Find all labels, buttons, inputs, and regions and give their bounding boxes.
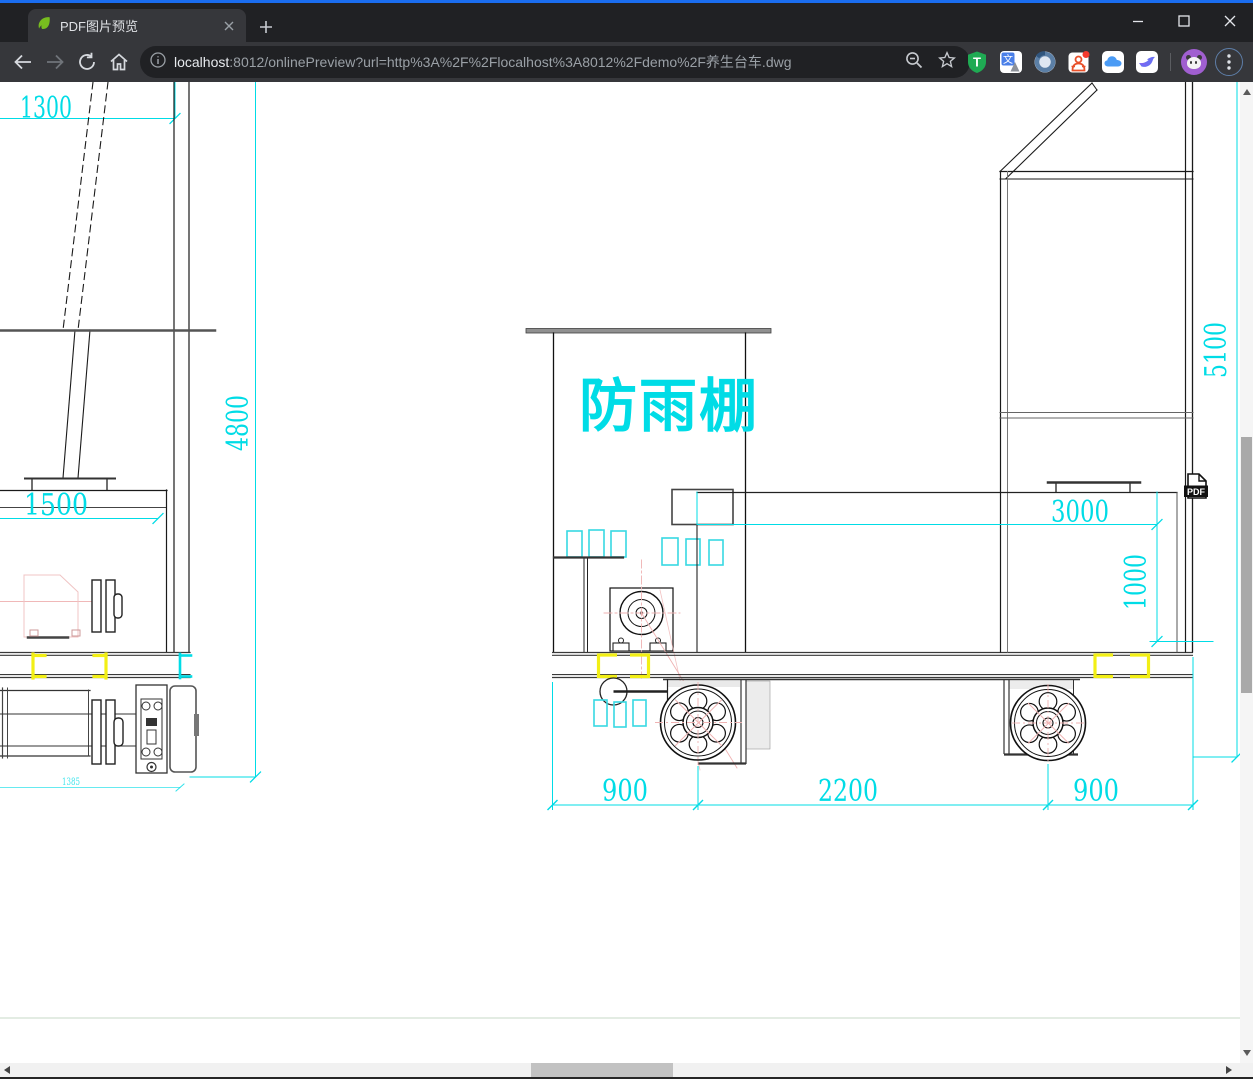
tab-close-icon[interactable] bbox=[220, 17, 238, 35]
window-controls bbox=[1115, 3, 1253, 42]
wheel-right bbox=[1003, 680, 1087, 762]
browser-menu-icon[interactable] bbox=[1215, 48, 1243, 76]
right-view: 5100 3000 1000 bbox=[696, 81, 1243, 763]
scroll-up-icon[interactable] bbox=[1243, 89, 1251, 95]
wheel-left bbox=[655, 680, 747, 765]
url-bar[interactable]: localhost:8012/onlinePreview?url=http%3A… bbox=[140, 46, 970, 78]
circle-extension-icon[interactable] bbox=[1032, 49, 1058, 75]
dim-1300: 1300 bbox=[20, 91, 72, 126]
forward-icon[interactable] bbox=[40, 47, 70, 77]
dim-4800: 4800 bbox=[221, 395, 256, 451]
tab-title: PDF图片预览 bbox=[60, 19, 139, 34]
url-path: :8012/onlinePreview?url=http%3A%2F%2Floc… bbox=[229, 54, 792, 70]
cad-drawing: 1300 4800 1500 1385 防雨棚 900 2200 900 510… bbox=[0, 81, 1243, 1019]
dim-2200: 2200 bbox=[818, 774, 878, 809]
dim-5100: 5100 bbox=[1199, 322, 1234, 378]
browser-tab[interactable]: PDF图片预览 bbox=[28, 9, 246, 42]
vertical-scrollbar[interactable] bbox=[1240, 82, 1253, 1063]
cloud-extension-icon[interactable] bbox=[1100, 49, 1126, 75]
translate-extension-icon[interactable]: 文 bbox=[998, 49, 1024, 75]
back-icon[interactable] bbox=[8, 47, 38, 77]
horizontal-scrollbar[interactable] bbox=[0, 1063, 1240, 1077]
vertical-scroll-thumb[interactable] bbox=[1241, 437, 1252, 693]
frame-rails bbox=[552, 651, 1193, 679]
tampermonkey-extension-icon[interactable]: T bbox=[964, 49, 990, 75]
minimize-icon[interactable] bbox=[1115, 3, 1161, 39]
url-host: localhost bbox=[174, 54, 230, 70]
favicon-spring-leaf-icon bbox=[36, 15, 52, 36]
pdf-file-icon[interactable]: PDF bbox=[1184, 473, 1208, 499]
dim-1000: 1000 bbox=[1119, 554, 1154, 610]
bird-extension-icon[interactable] bbox=[1134, 49, 1160, 75]
shed-label: 防雨棚 bbox=[579, 374, 759, 439]
scrollbar-corner bbox=[1240, 1063, 1253, 1077]
info-icon[interactable] bbox=[150, 51, 166, 73]
helper-extension-icon[interactable] bbox=[1066, 49, 1092, 75]
url-text: localhost:8012/onlinePreview?url=http%3A… bbox=[174, 52, 904, 72]
center-view: 防雨棚 bbox=[525, 328, 772, 771]
scroll-down-icon[interactable] bbox=[1243, 1050, 1251, 1056]
dim-900-right: 900 bbox=[1073, 774, 1119, 809]
new-tab-icon[interactable] bbox=[254, 15, 278, 39]
left-view: 1300 4800 1500 1385 bbox=[0, 81, 262, 792]
undercarriage bbox=[593, 677, 1087, 765]
bookmark-star-icon[interactable] bbox=[938, 50, 956, 74]
scroll-left-icon[interactable] bbox=[4, 1066, 10, 1074]
horizontal-scroll-thumb[interactable] bbox=[531, 1063, 673, 1077]
extension-row: T 文 bbox=[964, 44, 1243, 80]
page-content: 1300 4800 1500 1385 防雨棚 900 2200 900 510… bbox=[0, 81, 1253, 1079]
maximize-icon[interactable] bbox=[1161, 3, 1207, 39]
cyan-boxes-upper bbox=[566, 529, 724, 566]
titlebar: PDF图片预览 bbox=[0, 3, 1253, 42]
toolbar-separator bbox=[1170, 53, 1171, 71]
home-icon[interactable] bbox=[104, 47, 134, 77]
scroll-right-icon[interactable] bbox=[1226, 1066, 1232, 1074]
zoom-page-icon[interactable] bbox=[904, 50, 924, 75]
dim-900-left: 900 bbox=[602, 774, 648, 809]
svg-text:T: T bbox=[973, 55, 981, 70]
dim-1385: 1385 bbox=[62, 777, 80, 788]
close-window-icon[interactable] bbox=[1207, 3, 1253, 39]
reload-icon[interactable] bbox=[72, 47, 102, 77]
svg-text:文: 文 bbox=[1003, 53, 1013, 66]
pdf-badge-label: PDF bbox=[1187, 487, 1206, 497]
profile-avatar[interactable] bbox=[1181, 49, 1207, 75]
dim-1500: 1500 bbox=[24, 488, 88, 523]
